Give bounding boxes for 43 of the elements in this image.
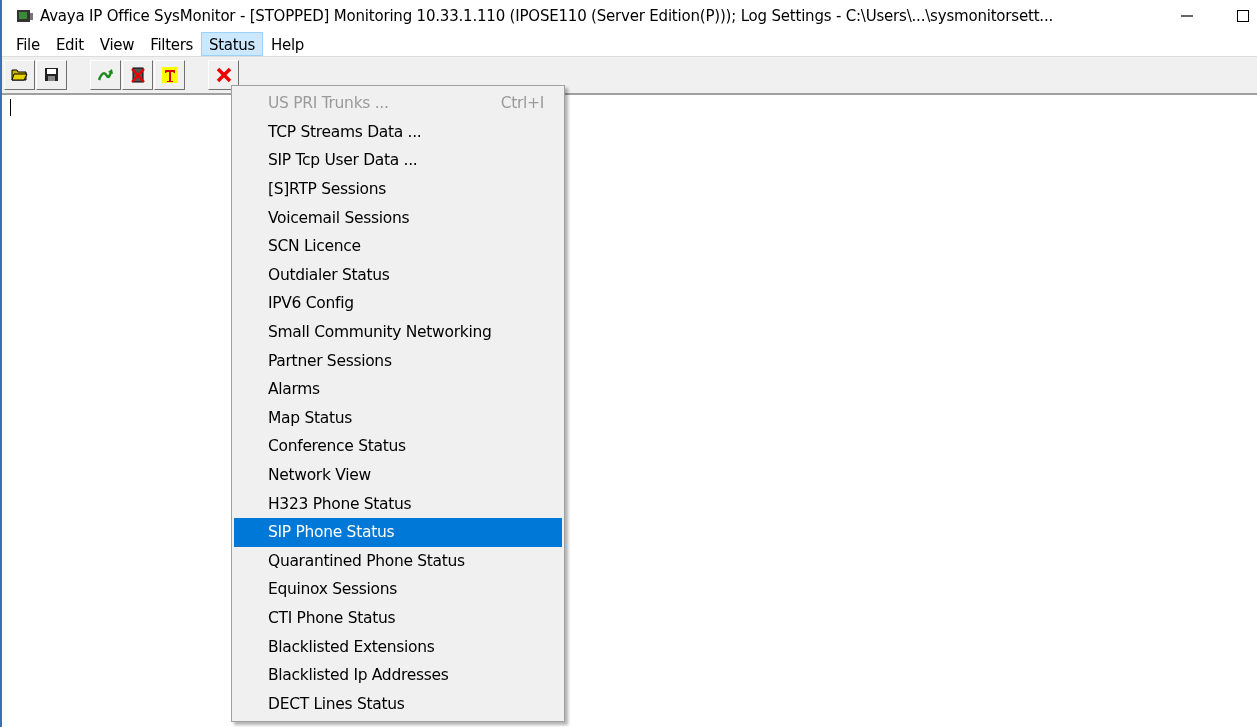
menu-item[interactable]: TCP Streams Data ... [234, 117, 562, 147]
menu-item[interactable]: H323 Phone Status [234, 489, 562, 518]
menu-item[interactable]: Quarantined Phone Status [234, 546, 562, 576]
trace-button[interactable] [154, 60, 185, 90]
monitor-app-icon [16, 8, 34, 24]
menu-item[interactable]: Conference Status [234, 432, 562, 461]
menu-item[interactable]: SIP Phone Status [234, 517, 562, 547]
clear-button[interactable] [122, 60, 153, 90]
menu-item[interactable]: Partner Sessions [234, 346, 562, 375]
window-title: Avaya IP Office SysMonitor - [STOPPED] Monitoring 10.33.1.110 (IPOSE110 (Server Edition(P))); Log Settings - C:\Users\...\sysmonitorsett... [40, 7, 1054, 25]
menu-item[interactable]: Outdialer Status [234, 260, 562, 290]
menu-item[interactable]: DECT Lines Status [234, 689, 562, 719]
text-cursor [10, 99, 11, 116]
folder-icon [10, 66, 29, 84]
menu-item[interactable]: Help [263, 32, 313, 56]
save-button[interactable] [36, 60, 67, 90]
cross-icon [214, 66, 233, 84]
menu-item[interactable]: Alarms [234, 374, 562, 404]
maximize-icon[interactable] [1237, 10, 1249, 22]
menu-item[interactable]: Edit [47, 32, 92, 56]
menu-item[interactable]: Status [201, 32, 264, 56]
menu-item[interactable]: Voicemail Sessions [234, 203, 562, 232]
shortcut-label: Ctrl+I [500, 94, 544, 113]
menu-item[interactable]: Blacklisted Ip Addresses [234, 660, 562, 690]
menu-item[interactable]: [S]RTP Sessions [234, 174, 562, 204]
menu-item[interactable]: SIP Tcp User Data ... [234, 146, 562, 175]
save-icon [42, 66, 61, 84]
menu-item[interactable]: Map Status [234, 403, 562, 433]
menu-item[interactable]: Filters [142, 32, 202, 56]
stop-button[interactable] [208, 60, 239, 90]
menu-item[interactable]: Small Community Networking [234, 317, 562, 347]
menu-item[interactable]: SCN Licence [234, 231, 562, 261]
menu-item[interactable]: Blacklisted Extensions [234, 632, 562, 661]
open-button[interactable] [4, 60, 35, 90]
crossed-bin-icon [128, 66, 147, 84]
menu-item[interactable]: Network View [234, 460, 562, 490]
menu-item[interactable]: Equinox Sessions [234, 575, 562, 604]
menu-item[interactable]: CTI Phone Status [234, 603, 562, 633]
menu-item[interactable]: File [8, 32, 48, 56]
start-button[interactable] [90, 60, 121, 90]
letter-t-icon [160, 66, 179, 84]
menu-item[interactable]: IPV6 Config [234, 289, 562, 318]
menu-item[interactable]: View [91, 32, 143, 56]
